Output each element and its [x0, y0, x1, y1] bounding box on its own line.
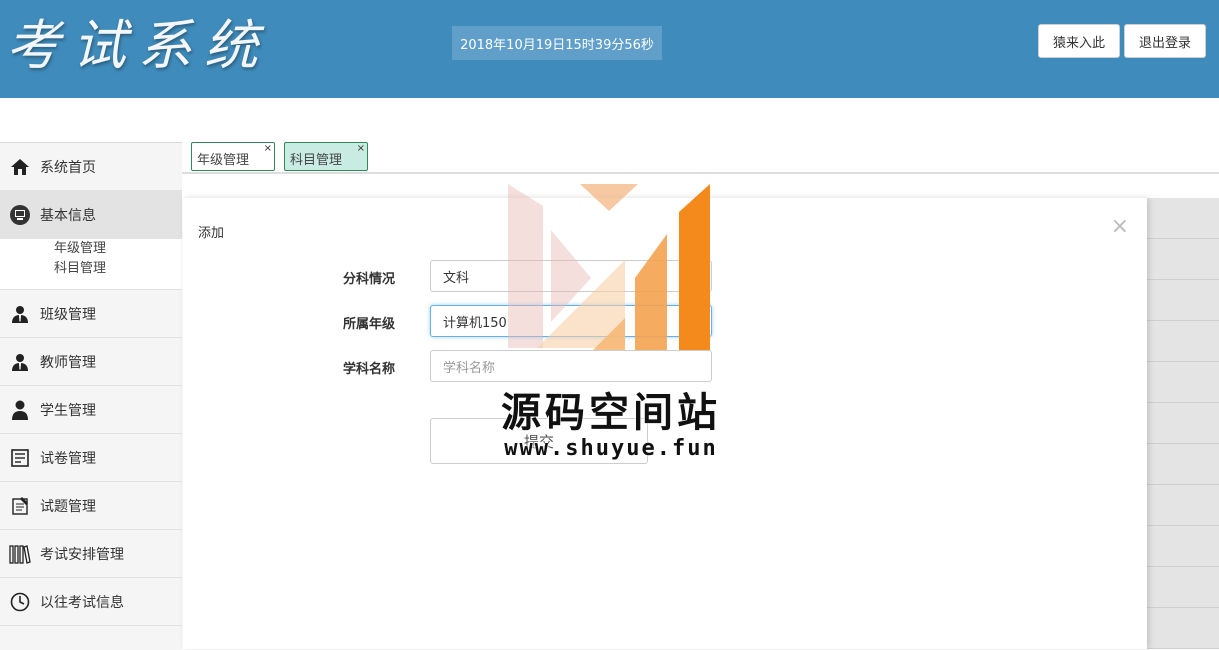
home-icon [9, 156, 31, 178]
close-icon[interactable]: × [1111, 216, 1129, 238]
user-tie-icon [9, 303, 31, 325]
sidebar-subitem-subject[interactable]: 科目管理 [0, 259, 182, 279]
field-label-grade: 所属年级 [343, 317, 396, 332]
sidebar-item-teacher[interactable]: 教师管理 [0, 338, 182, 386]
sidebar-item-label: 试题管理 [40, 498, 96, 515]
category-select-value: 文科 [443, 270, 470, 286]
watermark-logo [508, 184, 710, 350]
books-icon [9, 543, 31, 565]
sidebar-item-label: 系统首页 [40, 159, 96, 176]
tab-label: 年级管理 [197, 153, 250, 168]
notepad-icon [9, 495, 31, 517]
document-list-icon [9, 447, 31, 469]
sidebar: 系统首页 基本信息 年级管理 科目管理 班级管理 教师管理 学生管理 试卷管理 [0, 142, 182, 650]
datetime-display: 2018年10月19日15时39分56秒 [452, 26, 662, 60]
sidebar-submenu: 年级管理 科目管理 [0, 239, 182, 290]
field-label-subject-name: 学科名称 [343, 362, 396, 377]
sidebar-item-label: 试卷管理 [40, 450, 96, 467]
watermark-url: www.shuyue.fun [504, 436, 718, 461]
sidebar-item-label: 以往考试信息 [40, 594, 124, 611]
top-header: 考试系统 2018年10月19日15时39分56秒 猿来入此 退出登录 [0, 0, 1219, 98]
sidebar-item-label: 学生管理 [40, 402, 96, 419]
sidebar-item-class[interactable]: 班级管理 [0, 290, 182, 338]
close-icon[interactable]: × [357, 143, 365, 155]
watermark-title: 源码空间站 [501, 390, 721, 436]
sidebar-item-paper[interactable]: 试卷管理 [0, 434, 182, 482]
sidebar-item-exam-schedule[interactable]: 考试安排管理 [0, 530, 182, 578]
subject-name-placeholder: 学科名称 [443, 360, 496, 376]
sidebar-item-label: 班级管理 [40, 306, 96, 323]
field-label-category: 分科情况 [343, 272, 396, 287]
sidebar-item-question[interactable]: 试题管理 [0, 482, 182, 530]
user-icon [9, 399, 31, 421]
sidebar-item-label: 考试安排管理 [40, 546, 124, 563]
dialog-title: 添加 [198, 226, 225, 241]
sidebar-item-home[interactable]: 系统首页 [0, 143, 182, 191]
tab-grade-management[interactable]: 年级管理 × [191, 142, 275, 171]
sidebar-item-student[interactable]: 学生管理 [0, 386, 182, 434]
monitor-icon [9, 204, 31, 226]
sidebar-item-past-exams[interactable]: 以往考试信息 [0, 578, 182, 626]
app-logo: 考试系统 [6, 14, 270, 77]
yuanlai-button[interactable]: 猿来入此 [1038, 24, 1120, 58]
tab-subject-management[interactable]: 科目管理 × [284, 142, 368, 171]
subject-name-input[interactable]: 学科名称 [430, 350, 712, 382]
sidebar-item-label: 基本信息 [40, 207, 96, 224]
close-icon[interactable]: × [264, 143, 272, 155]
sidebar-item-basic-info[interactable]: 基本信息 [0, 191, 182, 239]
clock-icon [9, 591, 31, 613]
tab-bar: 年级管理 × 科目管理 × [182, 142, 1219, 174]
sidebar-subitem-grade[interactable]: 年级管理 [0, 239, 182, 259]
logout-button[interactable]: 退出登录 [1124, 24, 1206, 58]
tab-label: 科目管理 [290, 153, 343, 168]
grade-select-value: 计算机150 [443, 315, 507, 331]
sidebar-item-label: 教师管理 [40, 354, 96, 371]
user-tie-icon [9, 351, 31, 373]
